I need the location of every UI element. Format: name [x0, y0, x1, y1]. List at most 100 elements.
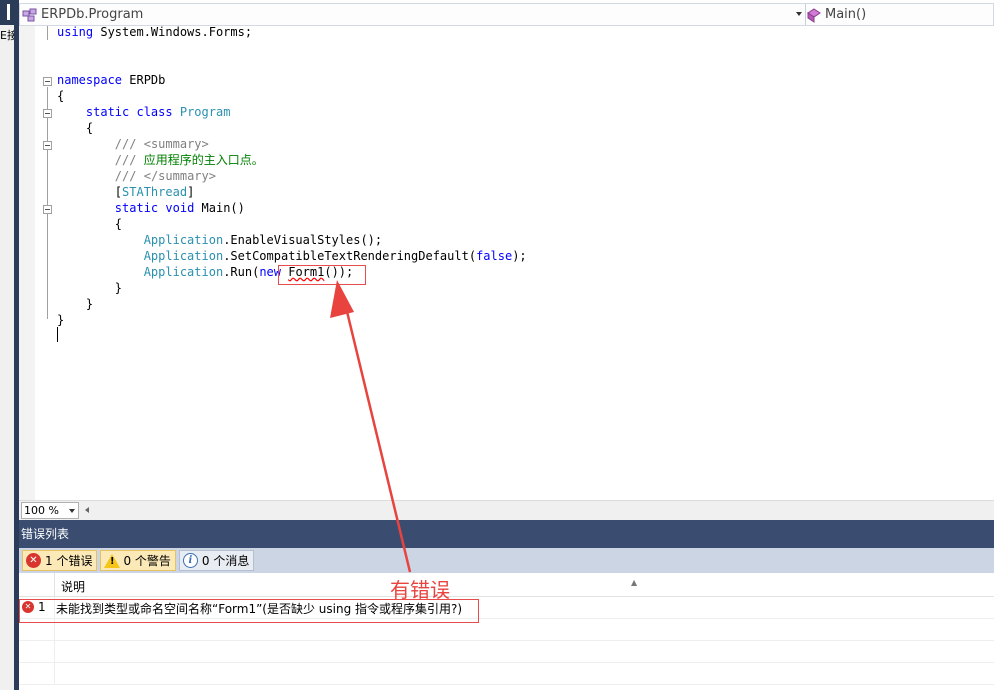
errors-filter-label: 1 个错误 — [45, 554, 93, 568]
error-filter-toolbar: ✕ 1 个错误 ! 0 个警告 i 0 个消息 — [19, 548, 994, 573]
code-line[interactable]: } — [57, 312, 64, 328]
code-token: } — [57, 281, 123, 295]
code-line[interactable]: } — [57, 280, 122, 296]
type-dropdown[interactable]: ERPDb.Program — [22, 4, 806, 25]
code-line[interactable]: namespace ERPDb — [57, 72, 165, 88]
outlining-margin — [43, 26, 55, 500]
code-line[interactable]: [STAThread] — [57, 184, 195, 200]
code-token: { — [57, 89, 65, 103]
code-line[interactable]: Application.SetCompatibleTextRenderingDe… — [57, 248, 527, 264]
code-token: Application — [143, 233, 224, 247]
method-icon — [806, 7, 822, 23]
warning-icon: ! — [103, 553, 120, 568]
code-token: [ — [57, 185, 123, 199]
code-token: static — [57, 201, 159, 215]
code-token: } — [57, 313, 65, 327]
scroll-left-icon[interactable] — [85, 507, 89, 513]
column-divider — [54, 663, 55, 685]
messages-filter-label: 0 个消息 — [201, 554, 250, 568]
column-divider — [54, 641, 55, 663]
code-token: ); — [512, 249, 527, 263]
class-icon — [22, 7, 38, 23]
table-row-empty — [19, 663, 994, 685]
error-highlight-box — [278, 265, 366, 285]
editor-status-bar: 100 % — [19, 500, 994, 520]
error-list-title-bar: 错误列表 — [19, 520, 994, 548]
code-line[interactable]: using System.Windows.Forms; — [57, 24, 252, 40]
code-token: class — [136, 105, 173, 119]
code-token: ] — [187, 185, 195, 199]
chevron-down-icon[interactable] — [69, 509, 75, 513]
column-divider — [54, 573, 55, 597]
truncated-side-label: E接 — [0, 29, 14, 42]
code-token: /// — [57, 169, 137, 183]
code-token: void — [165, 201, 195, 215]
code-line[interactable]: /// </summary> — [57, 168, 216, 184]
code-line[interactable]: /// 应用程序的主入口点。 — [57, 152, 264, 168]
messages-filter-button[interactable]: i 0 个消息 — [178, 550, 255, 571]
code-token: { — [57, 217, 123, 231]
dock-tab[interactable] — [0, 0, 19, 25]
code-token: using — [57, 25, 94, 39]
code-token: 应用程序的主入口点。 — [136, 153, 264, 167]
indicator-margin — [19, 26, 35, 500]
code-token: Application — [143, 265, 224, 279]
code-line[interactable]: { — [57, 120, 93, 136]
collapse-method-icon[interactable] — [43, 205, 52, 214]
code-token: /// — [57, 137, 137, 151]
code-line[interactable]: Application.EnableVisualStyles(); — [57, 232, 382, 248]
code-token: STAThread — [122, 185, 188, 199]
sort-ascending-icon: ▲ — [631, 578, 638, 587]
code-line[interactable]: /// <summary> — [57, 136, 209, 152]
collapse-comment-icon[interactable] — [43, 141, 52, 150]
chevron-down-icon[interactable] — [796, 12, 802, 16]
code-token: <summary> — [143, 137, 209, 151]
info-icon: i — [182, 553, 198, 568]
code-token: ERPDb — [122, 73, 166, 87]
code-line[interactable]: { — [57, 216, 122, 232]
error-list-title: 错误列表 — [21, 527, 70, 541]
table-row-empty — [19, 641, 994, 663]
collapse-namespace-icon[interactable] — [43, 77, 52, 86]
collapse-class-icon[interactable] — [43, 109, 52, 118]
code-editor[interactable]: using System.Windows.Forms; namespace ERP… — [19, 24, 994, 500]
outline-line — [47, 26, 48, 40]
code-token: } — [57, 297, 94, 311]
code-line[interactable]: { — [57, 88, 64, 104]
column-header-description[interactable]: 说明 — [61, 578, 85, 595]
code-token: false — [476, 249, 513, 263]
code-token: System.Windows.Forms; — [93, 25, 253, 39]
code-token: </summary> — [143, 169, 216, 183]
code-token: static — [57, 105, 130, 119]
code-token: { — [57, 121, 94, 135]
warning-icon-wrap: ! — [103, 553, 120, 568]
left-dock-strip: E接 — [0, 0, 19, 690]
error-list-header: 说明 ▲ — [19, 573, 994, 597]
zoom-value: 100 % — [24, 504, 59, 517]
code-line[interactable]: static class Program — [57, 104, 231, 120]
member-dropdown-value: Main() — [825, 7, 867, 22]
code-token: namespace — [57, 73, 123, 87]
code-token: /// — [57, 153, 137, 167]
annotation-label: 有错误 — [390, 578, 450, 602]
errors-filter-button[interactable]: ✕ 1 个错误 — [22, 550, 98, 571]
code-token: .SetCompatibleTextRenderingDefault( — [223, 249, 477, 263]
text-caret — [57, 327, 58, 342]
warnings-filter-button[interactable]: ! 0 个警告 — [100, 550, 176, 571]
warnings-filter-label: 0 个警告 — [123, 554, 171, 568]
member-dropdown[interactable]: Main() — [806, 4, 994, 25]
error-icon: ✕ — [26, 553, 41, 568]
navigation-bar: ERPDb.Program Main() — [19, 3, 994, 26]
dock-pin-icon — [7, 4, 10, 20]
code-token: Program — [179, 105, 231, 119]
zoom-dropdown[interactable]: 100 % — [21, 502, 79, 519]
type-dropdown-value: ERPDb.Program — [41, 7, 144, 22]
code-line[interactable]: } — [57, 296, 93, 312]
code-line[interactable]: static void Main() — [57, 200, 245, 216]
